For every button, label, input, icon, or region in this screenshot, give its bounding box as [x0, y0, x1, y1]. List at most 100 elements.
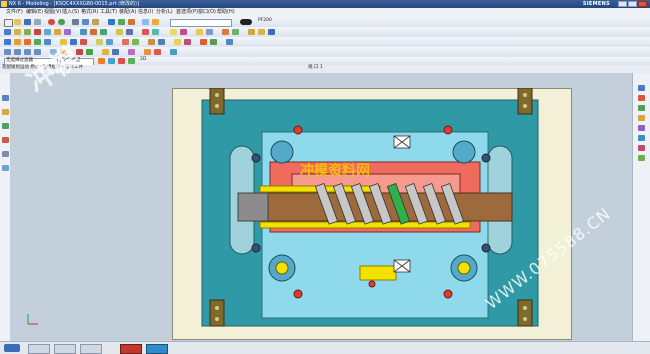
arc-icon[interactable] — [24, 39, 31, 45]
menu-edit[interactable]: 编辑(E) — [26, 8, 43, 17]
cut-icon[interactable] — [72, 19, 79, 25]
history-icon[interactable] — [2, 137, 9, 143]
boolean-icon[interactable] — [44, 29, 51, 35]
menu-info[interactable]: 信息(I) — [138, 8, 153, 17]
replace-face-icon[interactable] — [210, 39, 217, 45]
move-to-layer-icon[interactable] — [154, 49, 161, 55]
extrude-icon[interactable] — [14, 29, 21, 35]
pattern-icon[interactable] — [90, 29, 97, 35]
unblank-icon[interactable] — [112, 49, 119, 55]
menu-preferences[interactable]: 首选项(P) — [176, 8, 198, 17]
split-icon[interactable] — [174, 39, 181, 45]
menu-analysis[interactable]: 分析(L) — [156, 8, 173, 17]
snap-point-icon[interactable] — [98, 58, 105, 64]
spline-icon[interactable] — [34, 39, 41, 45]
color-ball-icon[interactable] — [240, 19, 252, 25]
constraint-icon[interactable] — [180, 29, 187, 35]
arrange-icon[interactable] — [232, 29, 239, 35]
assembly-navigator-icon[interactable] — [2, 95, 9, 101]
front-view-icon[interactable] — [4, 49, 11, 55]
intersect-icon[interactable] — [80, 39, 87, 45]
view-pan-icon[interactable] — [638, 105, 645, 111]
reuse-library-icon[interactable] — [2, 123, 9, 129]
csys-icon[interactable] — [268, 29, 275, 35]
thicken-icon[interactable] — [132, 39, 139, 45]
view-rotate-icon[interactable] — [638, 115, 645, 121]
chamfer-icon[interactable] — [64, 29, 71, 35]
undo-icon[interactable] — [48, 19, 55, 25]
view-zoom-icon[interactable] — [638, 95, 645, 101]
sew-icon[interactable] — [122, 39, 129, 45]
rotate-icon[interactable] — [118, 19, 125, 25]
command-combo[interactable] — [170, 19, 232, 27]
new-icon[interactable] — [4, 19, 13, 27]
menu-assembly[interactable]: 装配(A) — [119, 8, 136, 17]
view-section-icon[interactable] — [638, 155, 645, 161]
move-face-icon[interactable] — [200, 39, 207, 45]
component-icon[interactable] — [196, 29, 203, 35]
sync-icon[interactable] — [184, 39, 191, 45]
mesh-icon[interactable] — [106, 39, 113, 45]
layer-icon[interactable] — [152, 19, 159, 25]
view-wire-icon[interactable] — [638, 145, 645, 151]
menu-view[interactable]: 视图(V) — [44, 8, 61, 17]
start-icon[interactable] — [4, 344, 20, 352]
open-icon[interactable] — [14, 19, 21, 25]
roles-icon[interactable] — [2, 165, 9, 171]
snap-end-icon[interactable] — [108, 58, 115, 64]
minimize-button[interactable] — [618, 1, 627, 7]
wave-icon[interactable] — [170, 29, 177, 35]
snap-view-icon[interactable] — [170, 49, 177, 55]
show-icon[interactable] — [86, 49, 93, 55]
copy-icon[interactable] — [82, 19, 89, 25]
sketch-icon[interactable] — [4, 29, 11, 35]
menu-file[interactable]: 文件(F) — [6, 8, 23, 17]
measure-icon[interactable] — [142, 29, 149, 35]
mirror-icon[interactable] — [100, 29, 107, 35]
menu-tools[interactable]: 工具(T) — [100, 8, 117, 17]
revolve-icon[interactable] — [24, 29, 31, 35]
reference-set-icon[interactable] — [206, 29, 213, 35]
datum-icon[interactable] — [80, 29, 87, 35]
menu-window[interactable]: 窗口(O) — [198, 8, 216, 17]
redo-icon[interactable] — [58, 19, 65, 25]
edit-display-icon[interactable] — [128, 49, 135, 55]
shade-icon[interactable] — [142, 19, 149, 25]
part-navigator-icon[interactable] — [2, 109, 9, 115]
hole-icon[interactable] — [34, 29, 41, 35]
view-fit-icon[interactable] — [638, 85, 645, 91]
trim-icon[interactable] — [116, 29, 123, 35]
view-shaded-icon[interactable] — [638, 135, 645, 141]
print-icon[interactable] — [34, 19, 41, 25]
fit-icon[interactable] — [128, 19, 135, 25]
view-orient-icon[interactable] — [638, 125, 645, 131]
paste-icon[interactable] — [92, 19, 99, 25]
top-view-icon[interactable] — [14, 49, 21, 55]
explode-icon[interactable] — [222, 29, 229, 35]
zoom-icon[interactable] — [108, 19, 115, 25]
close-button[interactable] — [638, 1, 647, 7]
menu-insert[interactable]: 插入(S) — [62, 8, 79, 17]
surface-icon[interactable] — [96, 39, 103, 45]
save-icon[interactable] — [24, 19, 31, 25]
offset-icon[interactable] — [126, 29, 133, 35]
draft-icon[interactable] — [148, 39, 155, 45]
maximize-button[interactable] — [628, 1, 637, 7]
section-icon[interactable] — [152, 29, 159, 35]
project-icon[interactable] — [70, 39, 77, 45]
snap-mid-icon[interactable] — [118, 58, 125, 64]
menu-help[interactable]: 帮助(H) — [217, 8, 235, 17]
wcs-icon[interactable] — [258, 29, 265, 35]
shell-icon[interactable] — [158, 39, 165, 45]
system-materials-icon[interactable] — [2, 151, 9, 157]
blend-icon[interactable] — [54, 29, 61, 35]
point-icon[interactable] — [4, 39, 11, 45]
clone-icon[interactable] — [248, 29, 255, 35]
snap-center-icon[interactable] — [128, 58, 135, 64]
layer-settings-icon[interactable] — [144, 49, 151, 55]
right-view-icon[interactable] — [24, 49, 31, 55]
menu-format[interactable]: 格式(R) — [81, 8, 98, 17]
blank-icon[interactable] — [102, 49, 109, 55]
delete-face-icon[interactable] — [226, 39, 233, 45]
line-icon[interactable] — [14, 39, 21, 45]
